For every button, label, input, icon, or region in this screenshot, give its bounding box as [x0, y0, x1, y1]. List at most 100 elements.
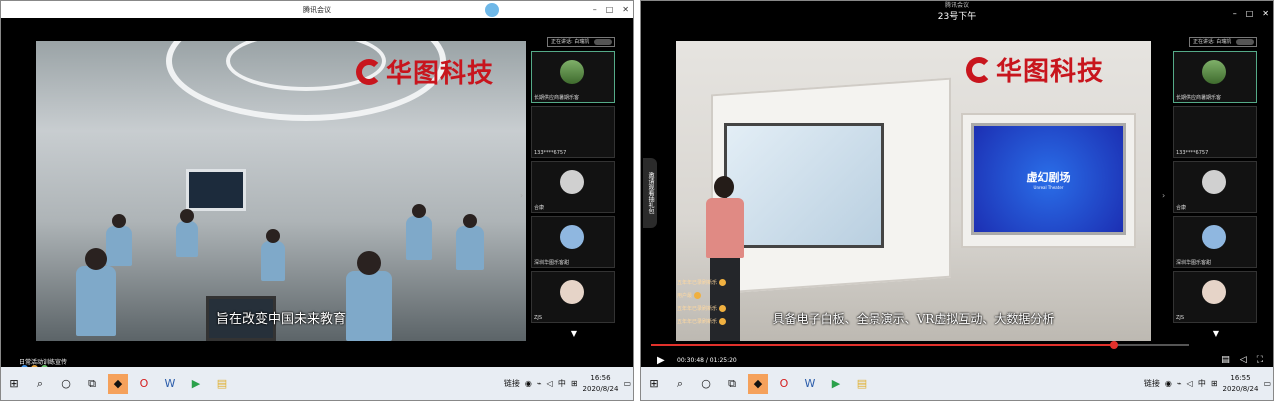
toggle-switch[interactable] [1236, 39, 1254, 45]
opera-icon[interactable]: O [134, 374, 154, 394]
tray-link-label[interactable]: 链接 [504, 378, 520, 389]
fullscreen-icon[interactable]: ⛶ [1257, 355, 1263, 365]
left-taskbar: ⊞ ⌕ ○ ⧉ ◆ O W ▶ ▤ 链接 ◉ ⌁ ◁ 中 ⊞ 16:56 202… [1, 367, 633, 400]
speaker-label: 正在讲话: 白瑞凯 [551, 39, 590, 45]
ime-indicator[interactable]: 中 [558, 378, 566, 389]
participant-tile[interactable]: 深圳华图乐客甜 [531, 216, 615, 268]
participant-tile[interactable]: 合康 [1173, 161, 1257, 213]
windows-start-icon[interactable]: ⊞ [4, 374, 24, 394]
company-logo: 华图科技 [356, 53, 494, 90]
close-button[interactable]: ✕ [622, 5, 629, 14]
student-figure [346, 251, 392, 341]
sidebar-collapse-icon[interactable]: › [520, 191, 528, 205]
search-icon[interactable]: ⌕ [30, 374, 50, 394]
word-icon[interactable]: W [800, 374, 820, 394]
taskbar-clock[interactable]: 16:55 2020/8/24 [1223, 373, 1259, 395]
speaker-toggle[interactable]: 正在讲话: 白瑞凯 [1189, 37, 1257, 47]
volume-icon[interactable]: ◁ [1240, 355, 1247, 365]
chat-message: 五年年已录刷新乐 [677, 318, 727, 325]
keyboard-icon[interactable]: ⊞ [1211, 379, 1218, 388]
file-explorer-icon[interactable]: ▤ [212, 374, 232, 394]
theater-screen: 虚幻剧场 Unreal Theater [971, 123, 1126, 235]
clock-time: 16:56 [590, 373, 611, 382]
network-icon[interactable]: ⌁ [1177, 379, 1182, 388]
participant-name: 合康 [1176, 205, 1187, 211]
student-figure [106, 214, 132, 266]
right-window-controls: – □ ✕ [1233, 1, 1269, 25]
participant-name: 长期供应商暑期乐客 [534, 95, 580, 101]
left-system-tray: 链接 ◉ ⌁ ◁ 中 ⊞ 16:56 2020/8/24 ▭ [504, 367, 631, 400]
video-subtitle: 具备电子白板、全景演示、VR虚拟互动、大数据分析 [772, 312, 1055, 326]
participant-tile[interactable]: 133****6757 [531, 106, 615, 158]
participant-tile[interactable]: 合康 [531, 161, 615, 213]
meeting-app-icon[interactable]: ◆ [748, 373, 768, 394]
sidebar-collapse-icon[interactable]: › [1162, 191, 1170, 205]
minimize-button[interactable]: – [1233, 9, 1237, 18]
participant-tile[interactable]: 深圳华图乐客甜 [1173, 216, 1257, 268]
electronic-whiteboard-screen [724, 123, 884, 248]
search-icon[interactable]: ⌕ [670, 374, 690, 394]
left-shared-video[interactable]: 华图科技 旨在改变中国未来教育 [36, 41, 526, 341]
right-shared-video[interactable]: 虚幻剧场 Unreal Theater 华图科技 具备电子白板、全景演示、VR虚… [676, 41, 1151, 341]
media-player-icon[interactable]: ▶ [186, 374, 206, 394]
chevron-down-icon[interactable]: ▼ [529, 329, 619, 338]
speaker-toggle[interactable]: 正在讲话: 白瑞凯 [547, 37, 615, 47]
cortana-icon[interactable]: ○ [696, 374, 716, 394]
network-icon[interactable]: ⌁ [537, 379, 542, 388]
progress-fill [651, 344, 1114, 346]
participant-name: 133****6757 [1176, 150, 1209, 156]
close-button[interactable]: ✕ [1262, 9, 1269, 18]
landscape-avatar-icon [1202, 60, 1226, 84]
theater-label: 虚幻剧场 [1026, 170, 1071, 184]
keyboard-icon[interactable]: ⊞ [571, 379, 578, 388]
video-progress-bar[interactable] [651, 341, 1189, 349]
windows-start-icon[interactable]: ⊞ [644, 374, 664, 394]
clock-date: 2020/8/24 [582, 384, 619, 393]
ime-indicator[interactable]: 中 [1198, 378, 1206, 389]
left-window-title: 腾讯会议 [303, 5, 331, 14]
app-status-icon[interactable] [485, 3, 499, 17]
participant-name: 长期供应商暑期乐客 [1176, 95, 1222, 101]
girl-avatar-icon [1202, 280, 1226, 304]
media-player-icon[interactable]: ▶ [826, 374, 846, 394]
progress-knob[interactable] [1109, 341, 1118, 349]
right-taskbar: ⊞ ⌕ ○ ⧉ ◆ O W ▶ ▤ 链接 ◉ ⌁ ◁ 中 ⊞ 16:55 202… [641, 367, 1273, 400]
qq-icon[interactable]: ◉ [525, 379, 532, 388]
participant-tile[interactable]: 长期供应商暑期乐客 [1173, 51, 1257, 103]
toggle-switch[interactable] [594, 39, 612, 45]
maximize-button[interactable]: □ [1246, 9, 1254, 18]
task-view-icon[interactable]: ⧉ [82, 374, 102, 394]
file-explorer-icon[interactable]: ▤ [852, 374, 872, 394]
girl-avatar-icon [560, 280, 584, 304]
video-subtitle: 旨在改变中国未来教育 [215, 312, 346, 327]
speaker-label: 正在讲话: 白瑞凯 [1193, 39, 1232, 45]
minimize-button[interactable]: – [593, 5, 597, 14]
taskbar-clock[interactable]: 16:56 2020/8/24 [583, 373, 619, 395]
play-icon[interactable]: ▶ [657, 355, 665, 366]
tray-link-label[interactable]: 链接 [1144, 378, 1160, 389]
cortana-icon[interactable]: ○ [56, 374, 76, 394]
participant-tile[interactable]: 133****6757 [1173, 106, 1257, 158]
word-icon[interactable]: W [160, 374, 180, 394]
maximize-button[interactable]: □ [606, 5, 614, 14]
notification-icon[interactable]: ▭ [1263, 379, 1271, 388]
opera-icon[interactable]: O [774, 374, 794, 394]
task-view-icon[interactable]: ⧉ [722, 374, 742, 394]
student-figure [406, 204, 432, 260]
chat-message: 五年年已录刷新乐 [677, 279, 727, 286]
meeting-app-icon[interactable]: ◆ [108, 373, 128, 394]
participant-tile[interactable]: ZJS [531, 271, 615, 323]
landscape-avatar-icon [560, 60, 584, 84]
playlist-icon[interactable]: ▤ [1221, 355, 1230, 365]
participant-tile[interactable]: ZJS [1173, 271, 1257, 323]
qq-icon[interactable]: ◉ [1165, 379, 1172, 388]
left-participant-sidebar: 正在讲话: 白瑞凯 长期供应商暑期乐客 133****6757 合康 深圳华图乐… [529, 27, 619, 356]
notification-icon[interactable]: ▭ [623, 379, 631, 388]
chevron-down-icon[interactable]: ▼ [1171, 329, 1261, 338]
left-window-controls: – □ ✕ [593, 1, 629, 18]
participant-name: 深圳华图乐客甜 [534, 260, 570, 266]
invite-gift-tab[interactable]: 邀请观看抽礼包 [643, 158, 657, 228]
volume-icon[interactable]: ◁ [547, 379, 553, 388]
participant-tile[interactable]: 长期供应商暑期乐客 [531, 51, 615, 103]
volume-icon[interactable]: ◁ [1187, 379, 1193, 388]
